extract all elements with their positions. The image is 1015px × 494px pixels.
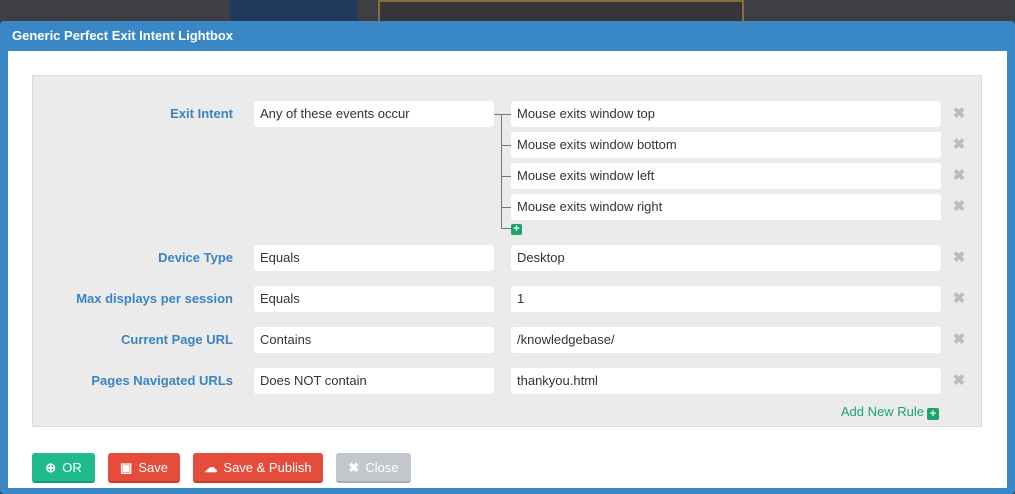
- dialog-title: Generic Perfect Exit Intent Lightbox: [0, 21, 244, 49]
- remove-icon[interactable]: ✖: [951, 368, 967, 394]
- rule-label-current-url: Current Page URL: [121, 332, 233, 347]
- current-url-operator-select[interactable]: Contains: [254, 327, 494, 353]
- remove-icon[interactable]: ✖: [951, 286, 967, 312]
- add-condition-icon[interactable]: +: [511, 224, 522, 235]
- tree-connector: [494, 114, 511, 115]
- save-button[interactable]: ▣ Save: [108, 453, 180, 483]
- rules-panel: Exit Intent Any of these events occur Mo…: [32, 75, 982, 427]
- save-publish-button[interactable]: ☁ Save & Publish: [193, 453, 323, 483]
- floppy-disk-icon: ▣: [120, 460, 133, 475]
- exit-intent-value-right[interactable]: Mouse exits window right: [511, 194, 941, 220]
- cloud-upload-icon: ☁: [204, 460, 218, 475]
- remove-icon[interactable]: ✖: [951, 132, 967, 158]
- tree-connector: [501, 176, 511, 177]
- exit-intent-value-left[interactable]: Mouse exits window left: [511, 163, 941, 189]
- background-tab: [230, 0, 357, 22]
- exit-intent-value-bottom[interactable]: Mouse exits window bottom: [511, 132, 941, 158]
- add-new-rule-label: Add New Rule: [840, 404, 924, 419]
- remove-icon[interactable]: ✖: [951, 163, 967, 189]
- max-displays-value-input[interactable]: 1: [511, 286, 941, 312]
- close-button[interactable]: ✖ Close: [336, 453, 411, 483]
- tree-connector: [501, 228, 511, 229]
- or-button[interactable]: ⊕ OR: [32, 453, 95, 483]
- background-element: [378, 0, 744, 22]
- plus-circle-icon: ⊕: [45, 460, 57, 475]
- remove-icon[interactable]: ✖: [951, 101, 967, 127]
- max-displays-operator-select[interactable]: Equals: [254, 286, 494, 312]
- rules-dialog: Generic Perfect Exit Intent Lightbox Exi…: [0, 21, 1015, 494]
- plus-square-icon: +: [927, 408, 939, 420]
- close-icon: ✖: [348, 460, 360, 475]
- pages-navigated-value-input[interactable]: thankyou.html: [511, 368, 941, 394]
- remove-icon[interactable]: ✖: [951, 327, 967, 353]
- dialog-body: Exit Intent Any of these events occur Mo…: [8, 51, 1007, 488]
- tree-connector: [501, 207, 511, 208]
- remove-icon[interactable]: ✖: [951, 245, 967, 271]
- close-button-label: Close: [365, 460, 399, 475]
- or-button-label: OR: [62, 460, 82, 475]
- rule-label-max-displays: Max displays per session: [76, 291, 233, 306]
- exit-intent-operator-select[interactable]: Any of these events occur: [254, 101, 494, 127]
- current-url-value-input[interactable]: /knowledgebase/: [511, 327, 941, 353]
- exit-intent-value-top[interactable]: Mouse exits window top: [511, 101, 941, 127]
- rule-label-pages-navigated: Pages Navigated URLs: [91, 373, 233, 388]
- save-publish-button-label: Save & Publish: [223, 460, 312, 475]
- tree-connector: [501, 145, 511, 146]
- rule-label-device-type: Device Type: [158, 250, 233, 265]
- rule-label-exit-intent: Exit Intent: [170, 106, 233, 121]
- device-type-operator-select[interactable]: Equals: [254, 245, 494, 271]
- tree-connector-vertical: [501, 114, 502, 228]
- save-button-label: Save: [138, 460, 168, 475]
- pages-navigated-operator-select[interactable]: Does NOT contain: [254, 368, 494, 394]
- remove-icon[interactable]: ✖: [951, 194, 967, 220]
- add-new-rule-link[interactable]: Add New Rule +: [841, 404, 939, 420]
- device-type-value-select[interactable]: Desktop: [511, 245, 941, 271]
